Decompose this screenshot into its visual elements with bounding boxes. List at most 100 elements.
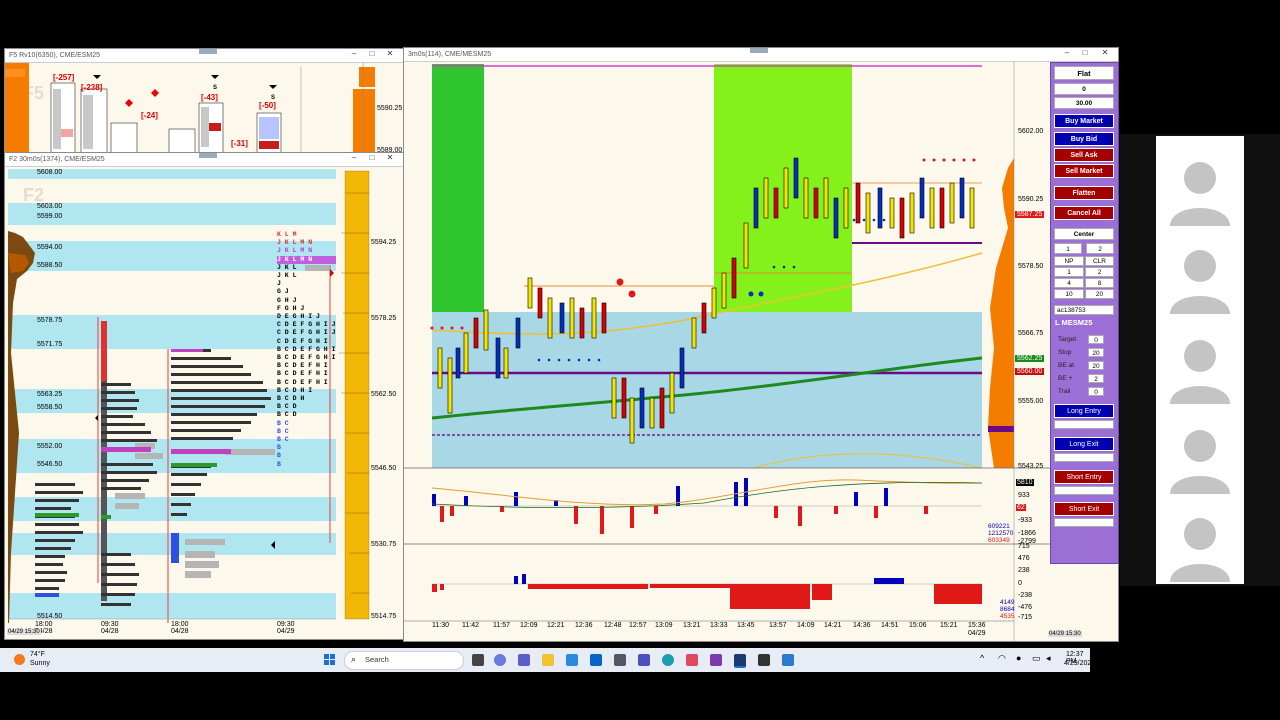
remote-desktop-icon[interactable] [782, 654, 794, 666]
long-entry-button[interactable]: Long Entry [1054, 404, 1114, 418]
time-label: 13:21 [683, 622, 701, 629]
store-icon[interactable] [566, 654, 578, 666]
trail-label: Trail [1058, 388, 1071, 395]
qty-preset-button[interactable]: 10 [1054, 289, 1084, 299]
account-select[interactable]: ac138753 [1054, 305, 1114, 315]
time-label: 11:57 [493, 622, 510, 629]
indicator-tag: 1212570 [988, 530, 1014, 537]
settings-app-icon[interactable] [614, 654, 626, 666]
indicator2-axis-label: -476 [1018, 604, 1033, 611]
visual-studio-icon[interactable] [710, 654, 722, 666]
position-display: Flat [1054, 66, 1114, 80]
f5-chart-window[interactable]: F5 Rv10(6350), CME/ESM25 – □ ✕ F5 SS [-2… [4, 48, 404, 156]
volume-icon[interactable]: ◂ [1046, 653, 1051, 664]
qty-input[interactable]: 1 [1054, 243, 1082, 254]
short-entry-select[interactable] [1054, 486, 1114, 495]
axis-price-label: 5546.50 [371, 465, 397, 472]
photos-icon[interactable] [686, 654, 698, 666]
scroll-handle[interactable] [199, 49, 217, 54]
search-placeholder: Search [365, 655, 389, 664]
time-label: 13:09 [655, 622, 673, 629]
search-box[interactable]: ⌕ Search [344, 651, 464, 670]
be-at-field[interactable]: 20 [1088, 361, 1104, 370]
indicator-axis-label: 933 [1018, 492, 1030, 499]
buy-bid-button[interactable]: Buy Bid [1054, 132, 1114, 146]
taskbar: 74°F Sunny ⌕ Search ^ ◠ ● ▭ ◂ 12:37 PM 4… [0, 648, 1095, 672]
search-icon: ⌕ [351, 654, 357, 664]
qty-preset-button[interactable]: 2 [1085, 267, 1114, 277]
main-chart-window[interactable]: 3m0s(114), CME/MESM25 – □ ✕ 5602.00 5590… [403, 47, 1119, 642]
wifi-icon[interactable]: ◠ [998, 653, 1006, 664]
corner-date-label: 04/29 15:30 [1048, 631, 1082, 637]
svg-text:S: S [213, 85, 217, 91]
teams-icon[interactable] [518, 654, 530, 666]
stop-field[interactable]: 20 [1088, 348, 1104, 357]
indicator-axis-label: -1866 [1018, 530, 1036, 537]
time-label: 12:36 [575, 622, 593, 629]
time-label: 11:42 [462, 622, 479, 629]
indicator2-axis-label: 715 [1018, 543, 1030, 550]
qty-preset-button[interactable]: 8 [1085, 278, 1114, 288]
time-label: 13:45 [737, 622, 755, 629]
time-label: 12:21 [547, 622, 565, 629]
time-label: 11:30 [432, 622, 449, 629]
long-exit-button[interactable]: Long Exit [1054, 437, 1114, 451]
qty-preset-button[interactable]: 1 [1054, 267, 1084, 277]
time-label: 12:48 [604, 622, 622, 629]
clock-date[interactable]: 4/29/2025 [1064, 660, 1095, 667]
time-label: 18:00 [171, 621, 189, 628]
level-price-tag: 5560.00 [1015, 368, 1045, 375]
trading-app-icon[interactable] [734, 654, 746, 668]
short-exit-button[interactable]: Short Exit [1054, 502, 1114, 516]
f5-delta-4: [-43] [201, 93, 218, 102]
indicator-axis-label: -933 [1018, 517, 1033, 524]
network-icon[interactable]: ▭ [1032, 653, 1041, 664]
qty-preset-button[interactable]: 4 [1054, 278, 1084, 288]
target-field[interactable]: 0 [1088, 335, 1104, 344]
long-entry-select[interactable] [1054, 420, 1114, 429]
buy-market-button[interactable]: Buy Market [1054, 114, 1114, 128]
be-plus-label: BE + [1058, 375, 1073, 382]
time-label: 15:36 [968, 622, 986, 629]
be-plus-field[interactable]: 2 [1088, 374, 1104, 383]
sell-market-button[interactable]: Sell Market [1054, 164, 1114, 178]
sell-ask-button[interactable]: Sell Ask [1054, 148, 1114, 162]
indicator2-axis-label: 0 [1018, 580, 1022, 587]
qty-preset-button[interactable]: NP [1054, 256, 1084, 266]
qty-input[interactable]: 2 [1086, 243, 1114, 254]
center-button[interactable]: Center [1054, 228, 1114, 240]
qty-preset-button[interactable]: 20 [1085, 289, 1114, 299]
price-offset-field[interactable]: 30.00 [1054, 97, 1114, 109]
trail-field[interactable]: 0 [1088, 387, 1104, 396]
price-axis-label: 5590.25 [1018, 196, 1044, 203]
indicator-axis-label: 62 [1016, 504, 1026, 511]
chevron-up-icon[interactable]: ^ [980, 653, 984, 663]
microphone-icon[interactable]: ● [1016, 653, 1021, 663]
strategy-label: L MESM25 [1055, 318, 1093, 327]
f5-delta-3: [-24] [141, 111, 158, 120]
edge-icon[interactable] [662, 654, 674, 666]
avatar [1184, 340, 1216, 372]
task-view-icon[interactable] [472, 654, 484, 666]
cancel-all-button[interactable]: Cancel All [1054, 206, 1114, 220]
f5-delta-5: [-50] [259, 101, 276, 110]
weather-temp: 74°F [30, 651, 45, 658]
start-icon[interactable] [324, 654, 336, 666]
long-exit-select[interactable] [1054, 453, 1114, 462]
indicator-tag: 609221 [988, 523, 1010, 530]
short-entry-button[interactable]: Short Entry [1054, 470, 1114, 484]
f5-price-label: 5590.25 [377, 105, 403, 112]
outlook-icon[interactable] [590, 654, 602, 666]
file-explorer-icon[interactable] [542, 654, 554, 666]
participant-avatars [1170, 162, 1230, 582]
teams-meeting-icon[interactable] [638, 654, 650, 666]
axis-price-label: 5562.50 [371, 391, 397, 398]
qty-preset-button[interactable]: CLR [1085, 256, 1114, 266]
indicator-axis-label: 5810 [1016, 479, 1034, 486]
copilot-icon[interactable] [494, 654, 506, 666]
terminal-icon[interactable] [758, 654, 770, 666]
flatten-button[interactable]: Flatten [1054, 186, 1114, 200]
f2-tpo-window[interactable]: F2 30m0s(1374), CME/ESM25 – □ ✕ F2 5608.… [4, 152, 404, 640]
short-exit-select[interactable] [1054, 518, 1114, 527]
weather-widget[interactable]: 74°F Sunny [12, 651, 72, 669]
